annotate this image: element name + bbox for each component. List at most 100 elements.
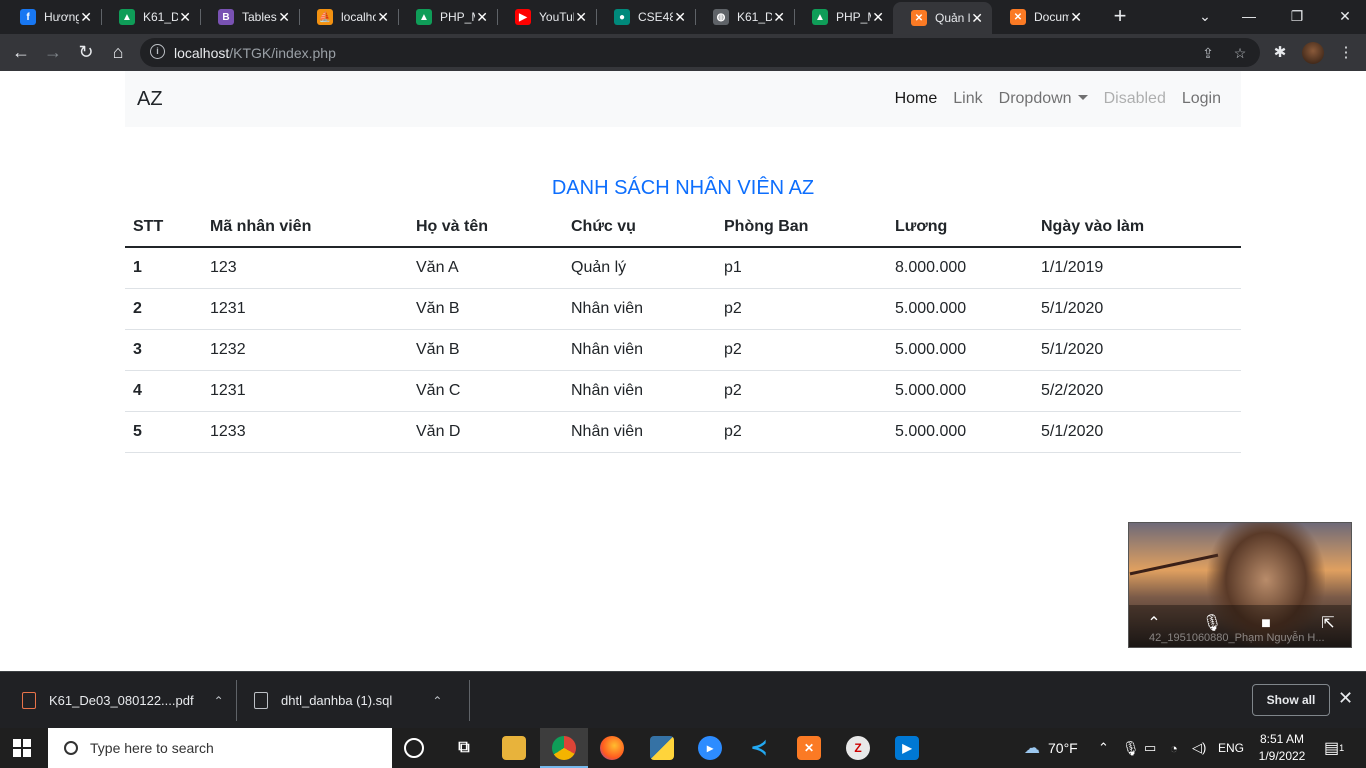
xampp-icon[interactable]: ✕ xyxy=(797,736,821,760)
tab-title: Hương xyxy=(44,10,80,24)
vscode-icon[interactable]: ≺ xyxy=(747,736,771,760)
download-item-sql[interactable]: dhtl_danhba (1).sql ⌃ xyxy=(254,672,442,729)
new-tab-button[interactable]: + xyxy=(1108,4,1132,28)
pdf-file-icon xyxy=(22,692,36,709)
system-clock[interactable]: 8:51 AM 1/9/2022 xyxy=(1254,731,1310,765)
tab-title: K61_De xyxy=(143,10,179,24)
show-all-button[interactable]: Show all xyxy=(1252,684,1330,716)
browser-tab[interactable]: ⛵ localho ✕ xyxy=(299,0,398,34)
nav-login[interactable]: Login xyxy=(1182,90,1221,108)
nav-dropdown[interactable]: Dropdown xyxy=(999,90,1088,108)
download-item-pdf[interactable]: K61_De03_080122....pdf ⌃ xyxy=(22,672,224,729)
divider xyxy=(469,680,470,721)
table-cell: 5 xyxy=(125,411,202,453)
address-bar[interactable]: i localhost/KTGK/index.php ⇪ ☆ xyxy=(140,38,1260,67)
site-info-icon[interactable]: i xyxy=(150,44,165,59)
forward-button[interactable]: → xyxy=(40,39,66,65)
close-tab-icon[interactable]: ✕ xyxy=(574,9,588,26)
bookmark-star-icon[interactable]: ☆ xyxy=(1230,43,1250,63)
volume-icon[interactable]: ◁) xyxy=(1192,728,1206,768)
close-window-button[interactable]: ✕ xyxy=(1320,0,1366,32)
url-text[interactable]: localhost/KTGK/index.php xyxy=(174,45,336,61)
table-cell: 8.000.000 xyxy=(887,247,1033,289)
weather-widget[interactable]: ☁ 70°F xyxy=(1024,728,1078,768)
language-indicator[interactable]: ENG xyxy=(1218,728,1244,768)
participant-name: 42_1951060880_Phạm Nguyễn H... xyxy=(1149,632,1325,644)
file-explorer-icon[interactable] xyxy=(502,736,526,760)
chrome-menu-icon[interactable]: ⋮ xyxy=(1334,41,1358,65)
profile-avatar[interactable] xyxy=(1302,42,1324,64)
table-cell: Văn B xyxy=(408,329,563,371)
browser-tab[interactable]: ● CSE48 ✕ xyxy=(596,0,695,34)
notification-center-icon[interactable]: ▤ 1 xyxy=(1324,728,1344,768)
tab-title: CSE48 xyxy=(638,10,674,24)
tab-title: Docum xyxy=(1034,10,1070,24)
reload-button[interactable]: ↻ xyxy=(73,39,99,65)
zoom-icon[interactable]: ▸ xyxy=(698,736,722,760)
close-tab-icon[interactable]: ✕ xyxy=(970,10,984,27)
close-tab-icon[interactable]: ✕ xyxy=(178,9,192,26)
close-icon[interactable]: ✕ xyxy=(1338,688,1353,709)
tab-title: PHP_M xyxy=(440,10,475,24)
tab-title: PHP_M xyxy=(836,10,871,24)
table-cell: 5/1/2020 xyxy=(1033,329,1241,371)
nav-link[interactable]: Link xyxy=(953,90,982,108)
extensions-puzzle-icon[interactable]: ✱ xyxy=(1268,41,1292,65)
chrome-icon[interactable] xyxy=(552,736,576,760)
chevron-up-icon[interactable]: ⌃ xyxy=(432,694,442,708)
browser-tab[interactable]: f Hương ✕ xyxy=(2,0,101,34)
cortana-icon[interactable] xyxy=(404,738,424,758)
close-tab-icon[interactable]: ✕ xyxy=(475,9,489,26)
browser-tab[interactable]: ◍ K61_De✕ xyxy=(695,0,794,34)
zalo-icon[interactable]: Z xyxy=(846,736,870,760)
nav-home[interactable]: Home xyxy=(895,90,938,108)
firefox-icon[interactable] xyxy=(600,736,624,760)
table-row: 5 1233 Văn D Nhân viên p2 5.000.000 5/1/2020 xyxy=(125,411,1241,453)
navbar-links: Home Link Dropdown Disabled Login xyxy=(879,90,1221,108)
browser-tab[interactable]: ▶ YouTub✕ xyxy=(497,0,596,34)
navbar-brand[interactable]: AZ xyxy=(137,88,163,111)
python-icon[interactable] xyxy=(650,736,674,760)
caret-down-icon xyxy=(1077,95,1088,100)
close-tab-icon[interactable]: ✕ xyxy=(1069,9,1083,26)
browser-tab[interactable]: ▲ K61_De✕ xyxy=(101,0,200,34)
task-view-icon[interactable]: ⧉ xyxy=(452,736,476,760)
download-filename: K61_De03_080122....pdf xyxy=(49,693,194,708)
url-path: /KTGK/index.php xyxy=(229,45,336,61)
tray-expand-icon[interactable]: ⌃ xyxy=(1098,728,1109,768)
table-cell: p2 xyxy=(716,329,887,371)
google-drive-icon: ▲ xyxy=(416,9,432,25)
minimize-button[interactable]: — xyxy=(1224,0,1274,32)
table-cell: 1 xyxy=(125,247,202,289)
video-editor-icon[interactable]: ▶ xyxy=(895,736,919,760)
clock-time: 8:51 AM xyxy=(1259,732,1305,746)
close-tab-icon[interactable]: ✕ xyxy=(673,9,687,26)
table-cell: 2 xyxy=(125,288,202,330)
back-button[interactable]: ← xyxy=(8,39,34,65)
share-icon[interactable]: ⇪ xyxy=(1198,43,1218,63)
windows-start-icon[interactable] xyxy=(13,739,31,757)
xampp-icon: ✕ xyxy=(1010,9,1026,25)
close-tab-icon[interactable]: ✕ xyxy=(376,9,390,26)
tab-search-icon[interactable]: ⌄ xyxy=(1180,0,1230,32)
taskbar-search-box[interactable]: Type here to search xyxy=(48,728,392,768)
browser-tab[interactable]: ✕ Docum ✕ xyxy=(992,0,1091,34)
close-tab-icon[interactable]: ✕ xyxy=(277,9,291,26)
phpmyadmin-icon: ⛵ xyxy=(317,9,333,25)
browser-tab[interactable]: B Tables ✕ xyxy=(200,0,299,34)
close-tab-icon[interactable]: ✕ xyxy=(772,9,786,26)
browser-tab[interactable]: ✕ Quản l ✕ xyxy=(893,2,992,34)
video-call-overlay[interactable]: ⌃ 🎙 ■ ⇱ 42_1951060880_Phạm Nguyễn H... xyxy=(1128,522,1352,648)
home-icon[interactable]: ⌂ xyxy=(105,39,131,65)
browser-tab[interactable]: ▲ PHP_M✕ xyxy=(794,0,893,34)
microphone-icon[interactable]: 🎙 xyxy=(1122,728,1140,768)
wifi-icon[interactable]: ◔ xyxy=(1170,728,1178,768)
battery-icon[interactable]: ▭ xyxy=(1144,728,1156,768)
browser-tab[interactable]: ▲ PHP_M✕ xyxy=(398,0,497,34)
employee-table: STT Mã nhân viên Họ và tên Chức vụ Phòng Ban… xyxy=(125,207,1241,453)
close-tab-icon[interactable]: ✕ xyxy=(79,9,93,26)
chevron-up-icon[interactable]: ⌃ xyxy=(214,694,224,708)
maximize-button[interactable]: ❐ xyxy=(1272,0,1322,32)
close-tab-icon[interactable]: ✕ xyxy=(871,9,885,26)
tab-title: YouTub xyxy=(539,10,574,24)
